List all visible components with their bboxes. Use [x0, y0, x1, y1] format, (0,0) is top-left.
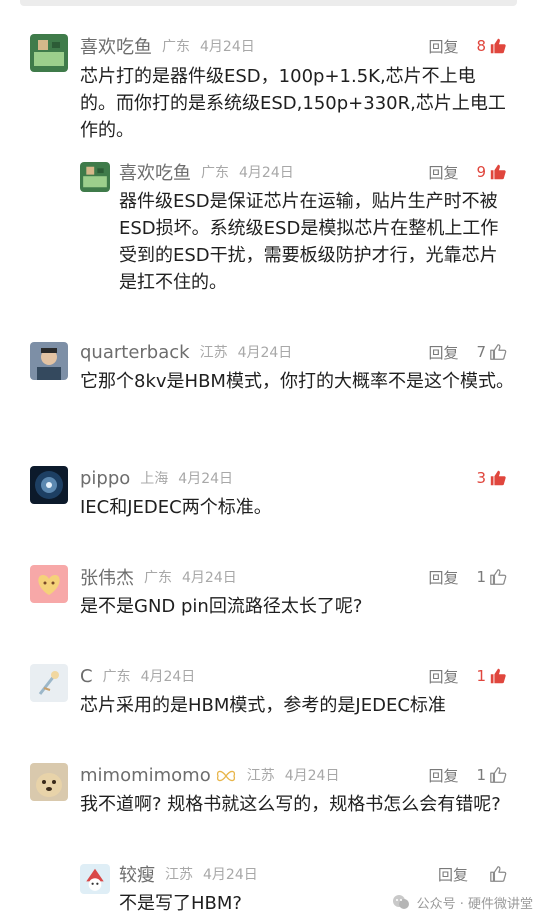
- comment-date: 4月24日: [239, 165, 294, 181]
- reply-button[interactable]: 回复: [428, 342, 458, 363]
- watermark: 公众号 · 硬件微讲堂: [391, 892, 533, 912]
- reply-button[interactable]: 回复: [428, 36, 458, 57]
- reply-button[interactable]: 回复: [428, 765, 458, 786]
- butterfly-icon: [215, 768, 237, 782]
- comment-date: 4月24日: [140, 669, 196, 685]
- thumbs-up-icon[interactable]: [489, 568, 507, 586]
- comment-location: 江苏: [246, 768, 275, 784]
- comment-date: 4月24日: [178, 471, 234, 487]
- thumbs-up-filled-icon[interactable]: [489, 163, 507, 181]
- reply-button[interactable]: 回复: [438, 864, 468, 885]
- comment-text: 我不道啊? 规格书就这么写的，规格书怎么会有错呢?: [80, 794, 501, 815]
- comment-text: 不是写了HBM?: [119, 893, 242, 914]
- like-count: 1: [476, 667, 486, 685]
- like-count: 9: [476, 163, 486, 181]
- thumbs-up-filled-icon[interactable]: [489, 667, 507, 685]
- like-count: 7: [476, 343, 486, 361]
- comment-text: 它那个8kv是HBM模式，你打的大概率不是这个模式。: [80, 371, 514, 392]
- comment-text: 芯片采用的是HBM模式，参考的是JEDEC标准: [80, 695, 446, 716]
- thumbs-up-icon[interactable]: [489, 766, 507, 784]
- like-count: 8: [476, 37, 486, 55]
- comment-date: 4月24日: [237, 345, 293, 361]
- comment-location: 江苏: [199, 345, 228, 361]
- commenter-name[interactable]: mimomimomo: [80, 765, 211, 786]
- avatar[interactable]: [30, 342, 68, 380]
- comment-date: 4月24日: [284, 768, 340, 784]
- commenter-name[interactable]: quarterback: [80, 342, 190, 363]
- thumbs-up-icon[interactable]: [489, 343, 507, 361]
- thumbs-up-filled-icon[interactable]: [489, 469, 507, 487]
- avatar[interactable]: [30, 466, 68, 504]
- top-scroll-edge: [20, 0, 517, 6]
- commenter-name[interactable]: C: [80, 666, 93, 687]
- commenter-name[interactable]: pippo: [80, 468, 130, 489]
- reply-button[interactable]: 回复: [428, 666, 458, 687]
- comment-text: 芯片打的是器件级ESD，100p+1.5K,芯片不上电的。而你打的是系统级ESD…: [80, 66, 506, 141]
- avatar[interactable]: [80, 864, 110, 894]
- comment-text: 是不是GND pin回流路径太长了呢?: [80, 596, 363, 617]
- like-count: 3: [476, 469, 486, 487]
- avatar[interactable]: [30, 763, 68, 801]
- avatar[interactable]: [30, 34, 68, 72]
- reply-button[interactable]: 回复: [428, 567, 458, 588]
- comment-text: 器件级ESD是保证芯片在运输，贴片生产时不被ESD损坏。系统级ESD是模拟芯片在…: [119, 191, 499, 293]
- like-count: 1: [476, 568, 486, 586]
- comment-date: 4月24日: [182, 570, 237, 586]
- avatar[interactable]: [80, 162, 110, 192]
- comment-location: 广东: [162, 39, 190, 55]
- commenter-name[interactable]: 喜欢吃鱼: [119, 159, 191, 185]
- avatar[interactable]: [30, 664, 68, 702]
- avatar[interactable]: [30, 565, 68, 603]
- watermark-text: 公众号 · 硬件微讲堂: [416, 896, 533, 912]
- comment-location: 上海: [140, 471, 169, 487]
- comment-location: 广东: [201, 165, 229, 181]
- commenter-name[interactable]: 喜欢吃鱼: [80, 33, 152, 59]
- comment-location: 广东: [144, 570, 172, 586]
- comment-date: 4月24日: [200, 39, 255, 55]
- thumbs-up-icon[interactable]: [489, 865, 507, 883]
- commenter-name[interactable]: 较瘦: [119, 861, 155, 887]
- comment-date: 4月24日: [203, 867, 258, 883]
- comment-location: 广东: [102, 669, 131, 685]
- commenter-name[interactable]: 张伟杰: [80, 564, 134, 590]
- like-count: 1: [476, 766, 486, 784]
- comment-text: IEC和JEDEC两个标准。: [80, 497, 272, 518]
- comment-location: 江苏: [165, 867, 193, 883]
- thumbs-up-filled-icon[interactable]: [489, 37, 507, 55]
- wechat-official-account-icon: [391, 892, 411, 912]
- reply-button[interactable]: 回复: [428, 162, 458, 183]
